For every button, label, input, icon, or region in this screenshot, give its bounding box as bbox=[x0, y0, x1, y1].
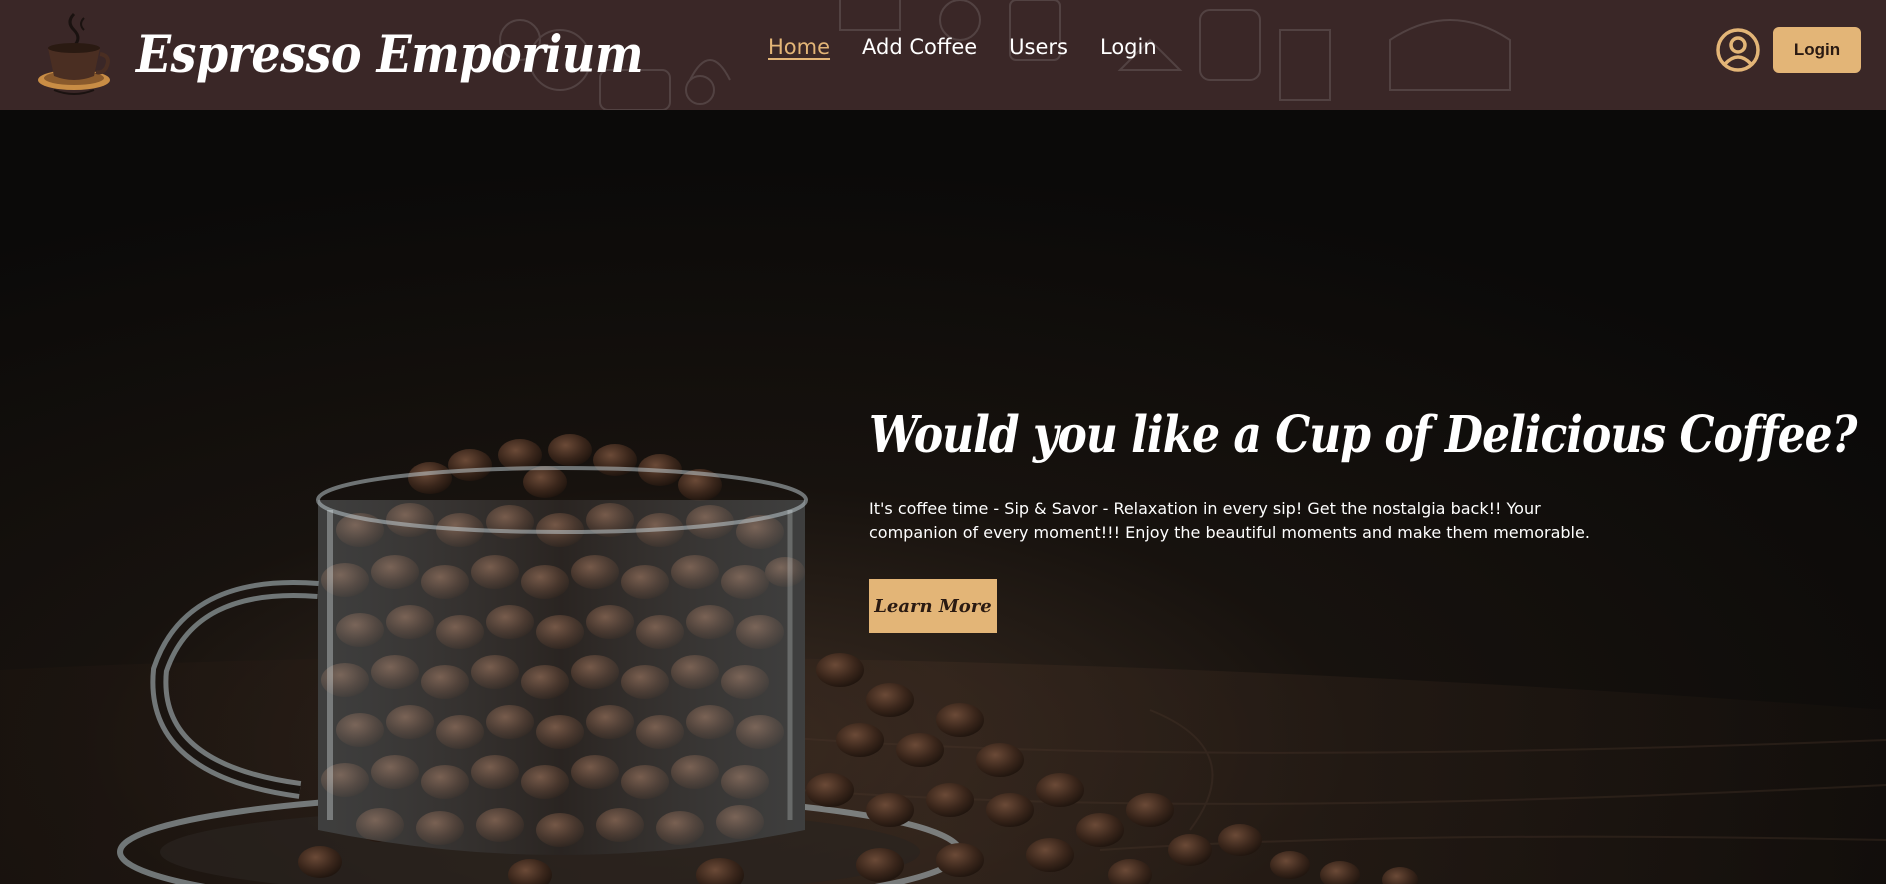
nav-users[interactable]: Users bbox=[1009, 35, 1068, 59]
nav-login[interactable]: Login bbox=[1100, 35, 1157, 59]
nav-home[interactable]: Home bbox=[768, 35, 830, 59]
hero-heading: Would you like a Cup of Delicious Coffee… bbox=[869, 406, 1857, 465]
learn-more-button[interactable]: Learn More bbox=[869, 579, 997, 633]
brand[interactable]: Espresso Emporium bbox=[34, 4, 644, 104]
login-button[interactable]: Login bbox=[1773, 27, 1861, 73]
user-circle-icon[interactable] bbox=[1715, 27, 1761, 73]
hero-content: Would you like a Cup of Delicious Coffee… bbox=[869, 406, 1857, 633]
hero-description: It's coffee time - Sip & Savor - Relaxat… bbox=[869, 499, 1590, 542]
site-header: Espresso Emporium Home Add Coffee Users … bbox=[0, 0, 1886, 110]
main-nav: Home Add Coffee Users Login bbox=[768, 35, 1157, 59]
hero-section: Would you like a Cup of Delicious Coffee… bbox=[0, 110, 1886, 884]
coffee-cup-logo-icon bbox=[38, 12, 110, 95]
nav-add-coffee[interactable]: Add Coffee bbox=[862, 35, 977, 59]
brand-title: Espresso Emporium bbox=[136, 23, 644, 85]
